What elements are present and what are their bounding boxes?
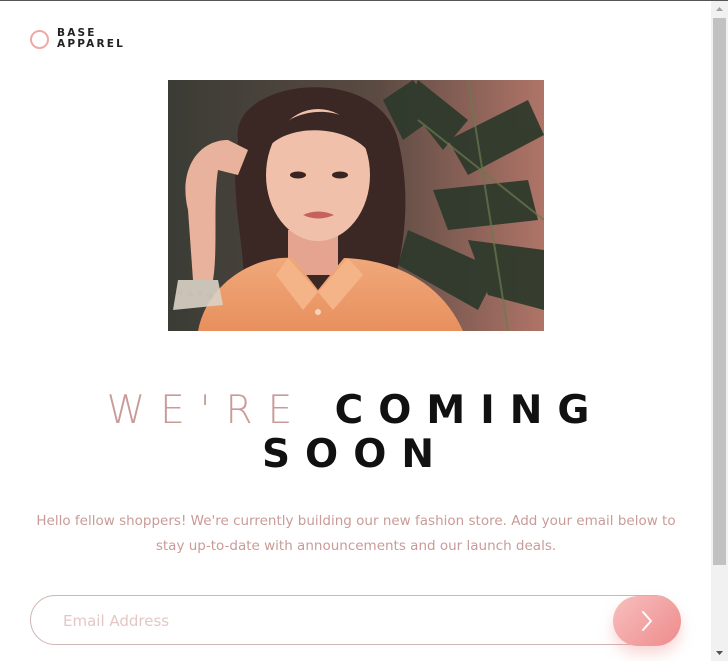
page: BASE APPAREL WE'RE COMING SOON Hello fel… <box>0 1 711 661</box>
logo[interactable]: BASE APPAREL <box>30 28 125 50</box>
title-line-2: SOON <box>261 432 450 477</box>
scroll-up-button[interactable] <box>711 1 728 18</box>
email-field-wrapper <box>30 595 680 645</box>
logo-ring-icon <box>30 29 49 49</box>
scrollbar[interactable] <box>711 1 728 661</box>
submit-button[interactable] <box>613 596 681 646</box>
title-light: WE'RE <box>106 388 308 433</box>
portrait-illustration <box>168 80 544 331</box>
intro-text: Hello fellow shoppers! We're currently b… <box>36 513 676 554</box>
email-input[interactable] <box>61 608 605 634</box>
title-line-1: WE'RE COMING <box>0 389 711 433</box>
page-title: WE'RE COMING SOON <box>0 389 711 477</box>
logo-text: BASE APPAREL <box>57 28 125 50</box>
hero-image <box>168 80 544 331</box>
chevron-right-icon <box>642 611 652 631</box>
arrow-down-icon <box>716 651 723 655</box>
scroll-thumb[interactable] <box>713 18 726 565</box>
logo-line-2: APPAREL <box>57 38 126 50</box>
title-bold-1: COMING <box>334 388 605 433</box>
scroll-down-button[interactable] <box>711 644 728 661</box>
arrow-up-icon <box>716 7 723 11</box>
